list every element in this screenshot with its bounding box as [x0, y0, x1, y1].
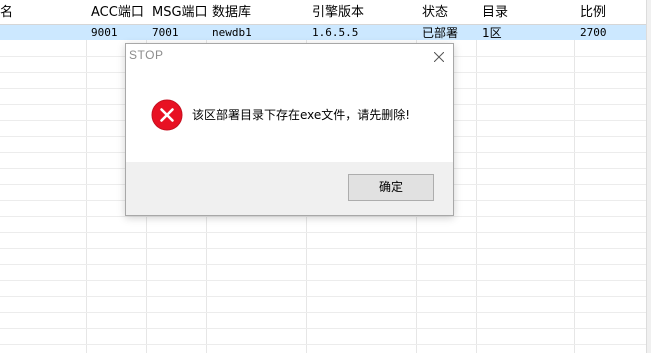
- row-divider: [0, 264, 646, 265]
- column-header-ratio[interactable]: 比例: [580, 0, 606, 24]
- dialog-footer: 确定: [126, 162, 453, 215]
- cell-ratio: 2700: [580, 26, 607, 39]
- cell-engine-version: 1.6.5.5: [312, 26, 359, 39]
- ok-button[interactable]: 确定: [348, 174, 434, 201]
- dialog-body: 该区部署目录下存在exe文件，请先删除!: [126, 70, 453, 162]
- column-header-name[interactable]: 名: [0, 0, 13, 24]
- dialog-message: 该区部署目录下存在exe文件，请先删除!: [192, 108, 411, 122]
- table-row[interactable]: 9001 7001 newdb1 1.6.5.5 已部署 1区 2700: [0, 25, 646, 40]
- column-header-directory[interactable]: 目录: [482, 0, 508, 24]
- row-divider: [0, 328, 646, 329]
- cell-msg-port: 7001: [152, 26, 179, 39]
- cell-directory: 1区: [482, 26, 502, 40]
- row-divider: [0, 296, 646, 297]
- error-dialog: STOP 该区部署目录下存在exe文件，请先删除! 确定: [125, 43, 454, 216]
- row-divider: [0, 232, 646, 233]
- column-header-engine-version[interactable]: 引擎版本: [312, 0, 364, 24]
- column-header-status[interactable]: 状态: [422, 0, 448, 24]
- column-divider: [574, 0, 575, 353]
- column-header-acc-port[interactable]: ACC端口: [91, 0, 144, 24]
- table-header: 名 ACC端口 MSG端口 数据库 引擎版本 状态 目录 比例: [0, 0, 646, 25]
- dialog-title: STOP: [129, 48, 164, 62]
- dialog-titlebar[interactable]: STOP: [126, 44, 453, 70]
- column-header-msg-port[interactable]: MSG端口: [152, 0, 208, 24]
- close-button[interactable]: [429, 47, 449, 67]
- cell-status: 已部署: [422, 26, 459, 40]
- row-divider: [0, 280, 646, 281]
- cell-acc-port: 9001: [91, 26, 118, 39]
- row-divider: [0, 216, 646, 217]
- row-divider: [0, 344, 646, 345]
- row-divider: [0, 248, 646, 249]
- error-icon: [151, 99, 183, 131]
- column-divider: [86, 0, 87, 353]
- column-divider: [476, 0, 477, 353]
- row-divider: [0, 312, 646, 313]
- vertical-scrollbar[interactable]: [646, 0, 651, 353]
- cell-database: newdb1: [212, 26, 252, 39]
- column-header-database[interactable]: 数据库: [212, 0, 251, 24]
- close-icon: [434, 52, 444, 62]
